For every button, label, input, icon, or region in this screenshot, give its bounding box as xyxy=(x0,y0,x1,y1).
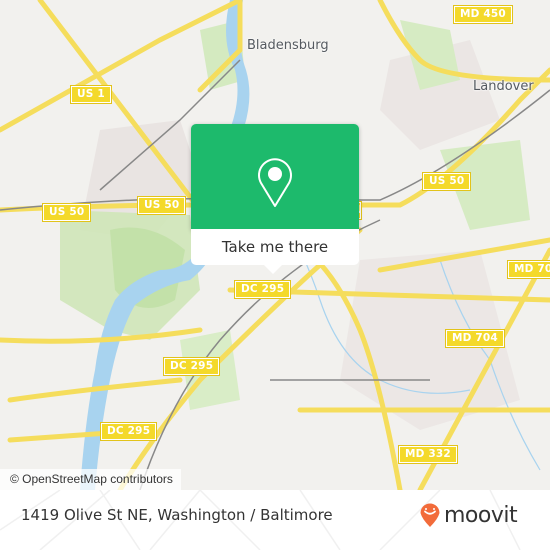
moovit-smile-icon xyxy=(420,503,440,527)
route-shield-md704: MD 704 xyxy=(445,329,505,348)
place-label-landover: Landover xyxy=(473,79,534,94)
moovit-logo[interactable]: moovit xyxy=(419,502,518,528)
footer: 1419 Olive St NE, Washington / Baltimore… xyxy=(0,490,550,550)
take-me-there-button[interactable]: Take me there xyxy=(191,229,359,265)
popup-pointer xyxy=(263,264,283,274)
route-shield-us50: US 50 xyxy=(136,196,187,215)
route-shield-us50: US 50 xyxy=(421,172,472,191)
moovit-wordmark: moovit xyxy=(444,502,518,528)
map[interactable]: Bladensburg Landover US 1 US 50 US 50 US… xyxy=(0,0,550,490)
route-shield-md450: MD 450 xyxy=(453,5,513,24)
route-shield-dc295: DC 295 xyxy=(162,357,221,376)
popup-header xyxy=(191,124,359,229)
route-shield-dc295: DC 295 xyxy=(233,280,292,299)
destination-popup: Take me there xyxy=(191,124,359,274)
map-attribution[interactable]: © OpenStreetMap contributors xyxy=(0,469,181,490)
route-shield-us50: US 50 xyxy=(41,203,92,222)
route-shield-dc295: DC 295 xyxy=(99,422,158,441)
route-shield-md704: MD 704 xyxy=(507,260,550,279)
destination-address: 1419 Olive St NE, Washington / Baltimore xyxy=(21,506,333,524)
route-shield-md332: MD 332 xyxy=(398,445,458,464)
map-pin-icon xyxy=(258,158,292,207)
place-label-bladensburg: Bladensburg xyxy=(247,38,329,53)
route-shield-us1: US 1 xyxy=(70,85,112,104)
